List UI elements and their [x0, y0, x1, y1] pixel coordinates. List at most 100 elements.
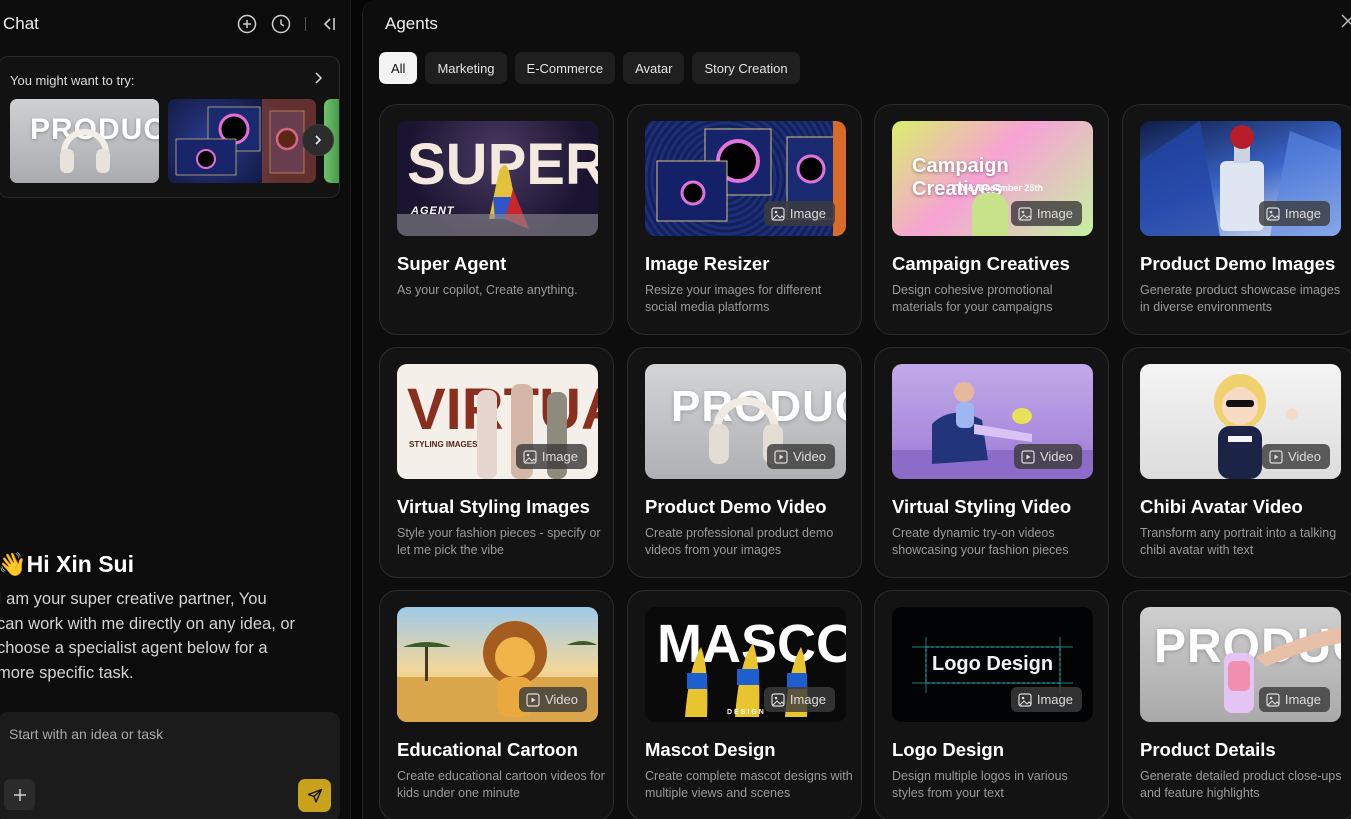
tab-avatar[interactable]: Avatar [623, 52, 685, 84]
card-image: Image [645, 121, 846, 236]
card-image: Video [892, 364, 1093, 479]
card-title: Product Demo Images [1140, 253, 1336, 274]
tab-all[interactable]: All [379, 52, 418, 84]
card-description: Create complete mascot designs with mult… [645, 769, 853, 800]
agent-card-educational-cartoon[interactable]: Video Educational Cartoon Create educati… [379, 590, 614, 819]
card-description: Design multiple logos in various styles … [892, 769, 1068, 800]
suggestion-thumb-resizer[interactable] [168, 99, 316, 183]
agent-card-product-details[interactable]: PRODUCT Image Product Details Generate d… [1122, 590, 1351, 819]
agent-card-virtual-styling-video[interactable]: Video Virtual Styling Video Create dynam… [874, 347, 1109, 578]
headphones-icon [60, 129, 110, 173]
badge-label: Video [1039, 449, 1073, 464]
video-icon [526, 692, 540, 707]
agent-card-logo-design[interactable]: Logo Design Image Logo Design Design mul… [874, 590, 1109, 819]
card-badge: Video [518, 687, 587, 712]
image-icon [1018, 206, 1032, 221]
card-title: Product Details [1140, 739, 1276, 760]
header-divider [305, 17, 306, 31]
card-image: VIRTUAL STYLING IMAGES Image [397, 364, 598, 479]
image-text: Logo Design [932, 653, 1054, 675]
image-subtext: DESIGN [727, 709, 766, 716]
badge-label: Image [1284, 206, 1321, 221]
history-icon[interactable] [271, 14, 291, 34]
image-icon [771, 692, 785, 707]
agent-card-chibi-avatar-video[interactable]: Video Chibi Avatar Video Transform any p… [1122, 347, 1351, 578]
tab-e-commerce[interactable]: E-Commerce [514, 52, 616, 84]
card-title: Product Demo Video [645, 496, 827, 517]
card-description: Design cohesive promotional materials fo… [892, 283, 1053, 314]
tab-story-creation[interactable]: Story Creation [692, 52, 800, 84]
agent-card-product-demo-video[interactable]: PRODUCT Video Product Demo Video Create … [627, 347, 862, 578]
chat-input[interactable] [9, 726, 309, 742]
badge-label: Image [1284, 692, 1321, 707]
image-icon [771, 206, 785, 221]
card-title: Educational Cartoon [397, 739, 578, 760]
suggestions-box: You might want to try: PRODUCT [0, 56, 340, 198]
card-title: Chibi Avatar Video [1140, 496, 1303, 517]
collapse-icon[interactable] [320, 15, 338, 33]
card-image: Campaign Creatives Time: December 25th I… [892, 121, 1093, 236]
card-badge: Image [763, 687, 835, 712]
intro-text: I am your super creative partner, You ca… [0, 590, 296, 682]
agent-card-super-agent[interactable]: SUPER AGENT Super Agent As your copilot,… [379, 104, 614, 335]
card-title: Campaign Creatives [892, 253, 1070, 274]
card-badge: Image [515, 444, 587, 469]
card-image: PRODUCT Video [645, 364, 846, 479]
attach-button[interactable] [4, 779, 35, 810]
card-badge: Video [766, 444, 835, 469]
card-image: Video [1140, 364, 1341, 479]
send-button[interactable] [298, 779, 331, 812]
card-title: Virtual Styling Video [892, 496, 1072, 517]
agent-card-image-resizer[interactable]: Image Image Resizer Resize your images f… [627, 104, 862, 335]
image-subtext: Time: December 25th [952, 183, 1043, 193]
badge-label: Image [1036, 206, 1073, 221]
card-description: Resize your images for different social … [645, 283, 822, 314]
card-image: SUPER AGENT [397, 121, 598, 236]
chat-header: Chat [3, 12, 338, 36]
plus-circle-icon[interactable] [237, 14, 257, 34]
suggestions-next-button[interactable] [302, 124, 334, 156]
video-icon [1269, 449, 1283, 464]
card-description: Transform any portrait into a talking ch… [1140, 526, 1337, 557]
card-description: Style your fashion pieces - specify or l… [397, 526, 601, 557]
suggestion-thumb-product[interactable]: PRODUCT [10, 99, 159, 183]
agent-card-virtual-styling-images[interactable]: VIRTUAL STYLING IMAGES Image Virtual Sty… [379, 347, 614, 578]
card-image: Logo Design Image [892, 607, 1093, 722]
badge-label: Image [789, 206, 826, 221]
badge-label: Image [1036, 692, 1073, 707]
video-icon [774, 449, 788, 464]
badge-label: Video [792, 449, 826, 464]
chat-panel: Chat You might want to try: PRODUCT [0, 0, 351, 819]
image-icon [523, 449, 537, 464]
tab-marketing[interactable]: Marketing [425, 52, 507, 84]
card-badge: Image [1258, 687, 1330, 712]
plus-icon [13, 788, 26, 801]
card-description: Create educational cartoon videos for ki… [397, 769, 605, 800]
card-title: Logo Design [892, 739, 1005, 760]
badge-label: Image [789, 692, 826, 707]
image-icon [1266, 692, 1280, 707]
card-description: As your copilot, Create anything. [397, 283, 578, 297]
agent-card-product-demo-images[interactable]: Image Product Demo Images Generate produ… [1122, 104, 1351, 335]
card-badge: Image [763, 201, 835, 226]
agent-tabs: All Marketing E-Commerce Avatar Story Cr… [379, 52, 800, 84]
card-badge: Image [1010, 687, 1082, 712]
card-badge: Video [1013, 444, 1082, 469]
card-image: PRODUCT Image [1140, 607, 1341, 722]
image-icon [1266, 206, 1280, 221]
chevron-right-icon[interactable] [311, 71, 325, 90]
badge-label: Video [544, 692, 578, 707]
image-text: Campaign Creatives [912, 155, 1009, 200]
close-icon[interactable] [1341, 14, 1351, 33]
greeting: 👋Hi Xin Sui [0, 551, 134, 577]
chat-title: Chat [3, 14, 39, 33]
card-title: Image Resizer [645, 253, 770, 274]
card-description: Generate detailed product close-ups and … [1140, 769, 1342, 800]
card-description: Generate product showcase images in dive… [1140, 283, 1341, 314]
agent-card-mascot-design[interactable]: MASCOT DESIGN Image Mascot Design Create… [627, 590, 862, 819]
agent-card-campaign-creatives[interactable]: Campaign Creatives Time: December 25th I… [874, 104, 1109, 335]
send-icon [307, 788, 322, 803]
chat-header-actions [237, 14, 338, 34]
image-icon [1018, 692, 1032, 707]
agents-title: Agents [385, 14, 438, 33]
